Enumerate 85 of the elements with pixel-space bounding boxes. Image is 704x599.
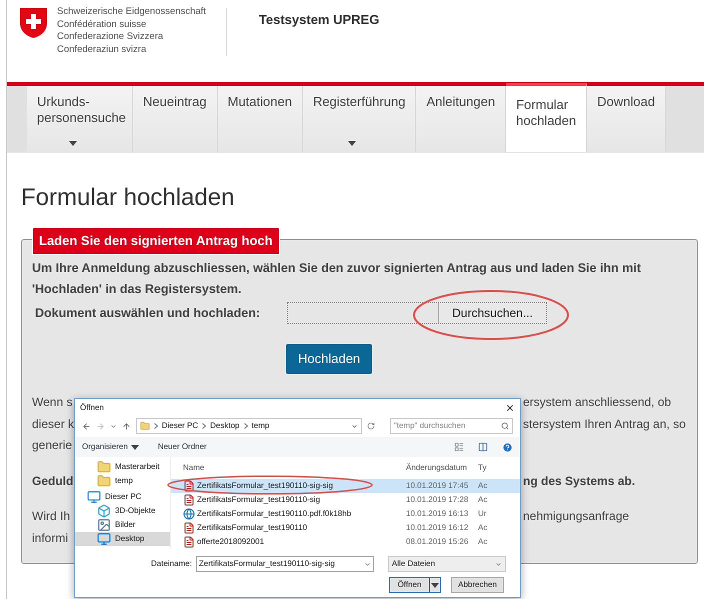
globe-file-icon: [183, 508, 195, 520]
chevron-down-icon: [494, 560, 502, 568]
organize-menu[interactable]: Organisieren: [82, 441, 139, 453]
pdf-file-icon: [183, 480, 195, 492]
nav-tab[interactable]: Registerführung: [302, 86, 416, 152]
open-button[interactable]: Öffnen: [389, 577, 441, 593]
folder-icon: [97, 460, 111, 474]
pdf-file-icon: [183, 536, 195, 548]
filename-label: Dateiname:: [151, 558, 192, 570]
view-icon[interactable]: [454, 442, 464, 452]
info-text: stersystem Ihren Antrag an, so: [523, 416, 686, 432]
panel-legend: Laden Sie den signierten Antrag hoch: [32, 227, 280, 254]
site-title: Testsystem UPREG: [258, 11, 380, 29]
file-input-field[interactable]: Durchsuchen...: [287, 302, 547, 324]
path-segment[interactable]: temp: [252, 420, 270, 432]
preview-pane-icon[interactable]: [478, 442, 488, 452]
info-text: nehmigungsanfrage: [523, 508, 630, 525]
dialog-title: Öffnen: [80, 402, 104, 414]
nav-pane-item[interactable]: Bilder: [75, 518, 170, 532]
pdf-file-icon: [183, 494, 195, 506]
nav-pane-item[interactable]: 3D-Objekte: [75, 504, 170, 518]
page-title: Formular hochladen: [21, 183, 236, 213]
chevron-down-icon[interactable]: [110, 422, 117, 430]
new-folder-button[interactable]: Neuer Ordner: [158, 441, 207, 453]
file-row[interactable]: ZertifikatsFormular_test190110-sig-sig 10.01.2019 17:45 Ac: [171, 479, 520, 493]
nav-tab[interactable]: Mutationen: [218, 86, 303, 152]
nav-tab[interactable]: Download: [587, 86, 666, 152]
chevron-down-icon[interactable]: [350, 422, 358, 430]
pdf-file-icon: [183, 522, 195, 534]
caret-icon: [431, 582, 439, 588]
nav-pane-item[interactable]: Dieser PC: [75, 490, 170, 504]
info-text: informi: [32, 530, 68, 546]
path-segment[interactable]: Desktop: [210, 420, 240, 432]
file-row[interactable]: offerte2018092001 08.01.2019 15:26 Ac: [171, 535, 520, 549]
nav-pane-item[interactable]: temp: [75, 474, 170, 488]
address-bar[interactable]: Dieser PC Desktop temp: [136, 418, 362, 434]
monitor-icon: [87, 490, 101, 504]
file-label: Dokument auswählen und hochladen:: [35, 304, 262, 322]
swiss-shield-logo: [20, 8, 47, 38]
chevron-down-icon[interactable]: [364, 560, 371, 568]
folder-icon: [140, 421, 150, 431]
nav-pane-item[interactable]: Desktop: [75, 532, 170, 546]
info-text: generie: [32, 437, 72, 454]
back-arrow-icon[interactable]: [82, 422, 91, 430]
cancel-button[interactable]: Abbrechen: [451, 577, 504, 593]
info-text: dieser k: [32, 416, 74, 432]
info-text: ng des Systems ab.: [523, 472, 636, 490]
column-header[interactable]: Ty: [478, 462, 486, 474]
close-icon[interactable]: [505, 403, 515, 413]
info-text: Wenn s: [32, 394, 72, 411]
file-row[interactable]: ZertifikatsFormular_test190110 10.01.2019 16:12 Ac: [171, 521, 520, 535]
column-header[interactable]: Name: [171, 462, 406, 474]
image-icon: [97, 518, 111, 532]
monitor-icon: [97, 532, 111, 546]
organisation-name: Schweizerische Eidgenossenschaft: [57, 6, 206, 18]
folder-icon: [97, 474, 111, 488]
search-icon: [500, 422, 509, 430]
nav-pane-item[interactable]: Masterarbeit: [75, 460, 170, 474]
up-arrow-icon[interactable]: [122, 422, 131, 430]
refresh-icon[interactable]: [366, 422, 375, 430]
chevron-right-icon: [244, 423, 248, 429]
search-field[interactable]: "temp" durchsuchen: [390, 418, 513, 434]
caret-icon: [130, 444, 139, 450]
organisation-name: Confédération suisse: [57, 18, 148, 31]
filename-field[interactable]: ZertifikatsFormular_test190110-sig-sig: [196, 556, 374, 572]
chevron-right-icon: [202, 423, 206, 429]
upload-instructions: Um Ihre Anmeldung abzuschliessen, wählen Sie den zuvor signierten Antrag aus und laden Sie ihn mit 'Hochladen' in das Registersystem.: [32, 260, 642, 298]
nav-tab[interactable]: Formular hochladen: [506, 83, 588, 152]
organisation-name: Confederazione Svizzera: [57, 31, 164, 44]
chevron-right-icon: [154, 423, 158, 429]
path-segment[interactable]: Dieser PC: [162, 420, 198, 432]
file-row[interactable]: ZertifikatsFormular_test190110.pdf.f0k18hb 10.01.2019 16:13 Ur: [171, 507, 520, 521]
organisation-name: Confederaziun svizra: [57, 44, 148, 56]
nav-tab[interactable]: Anleitungen: [416, 86, 506, 152]
cube-icon: [97, 504, 111, 518]
help-icon[interactable]: [502, 442, 513, 452]
file-row[interactable]: ZertifikatsFormular_test190110-sig 10.01.2019 17:28 Ac: [171, 493, 520, 507]
info-text: Geduld: [32, 472, 74, 490]
upload-button[interactable]: Hochladen: [286, 344, 372, 374]
file-type-select[interactable]: Alle Dateien: [388, 556, 506, 572]
info-text: Wird Ih: [32, 508, 70, 525]
info-text: ersystem anschliessend, ob: [523, 394, 672, 411]
nav-tab[interactable]: Urkunds- personensuche: [27, 86, 133, 152]
nav-tab[interactable]: Neueintrag: [133, 86, 218, 152]
column-header[interactable]: Änderungsdatum: [406, 462, 478, 474]
